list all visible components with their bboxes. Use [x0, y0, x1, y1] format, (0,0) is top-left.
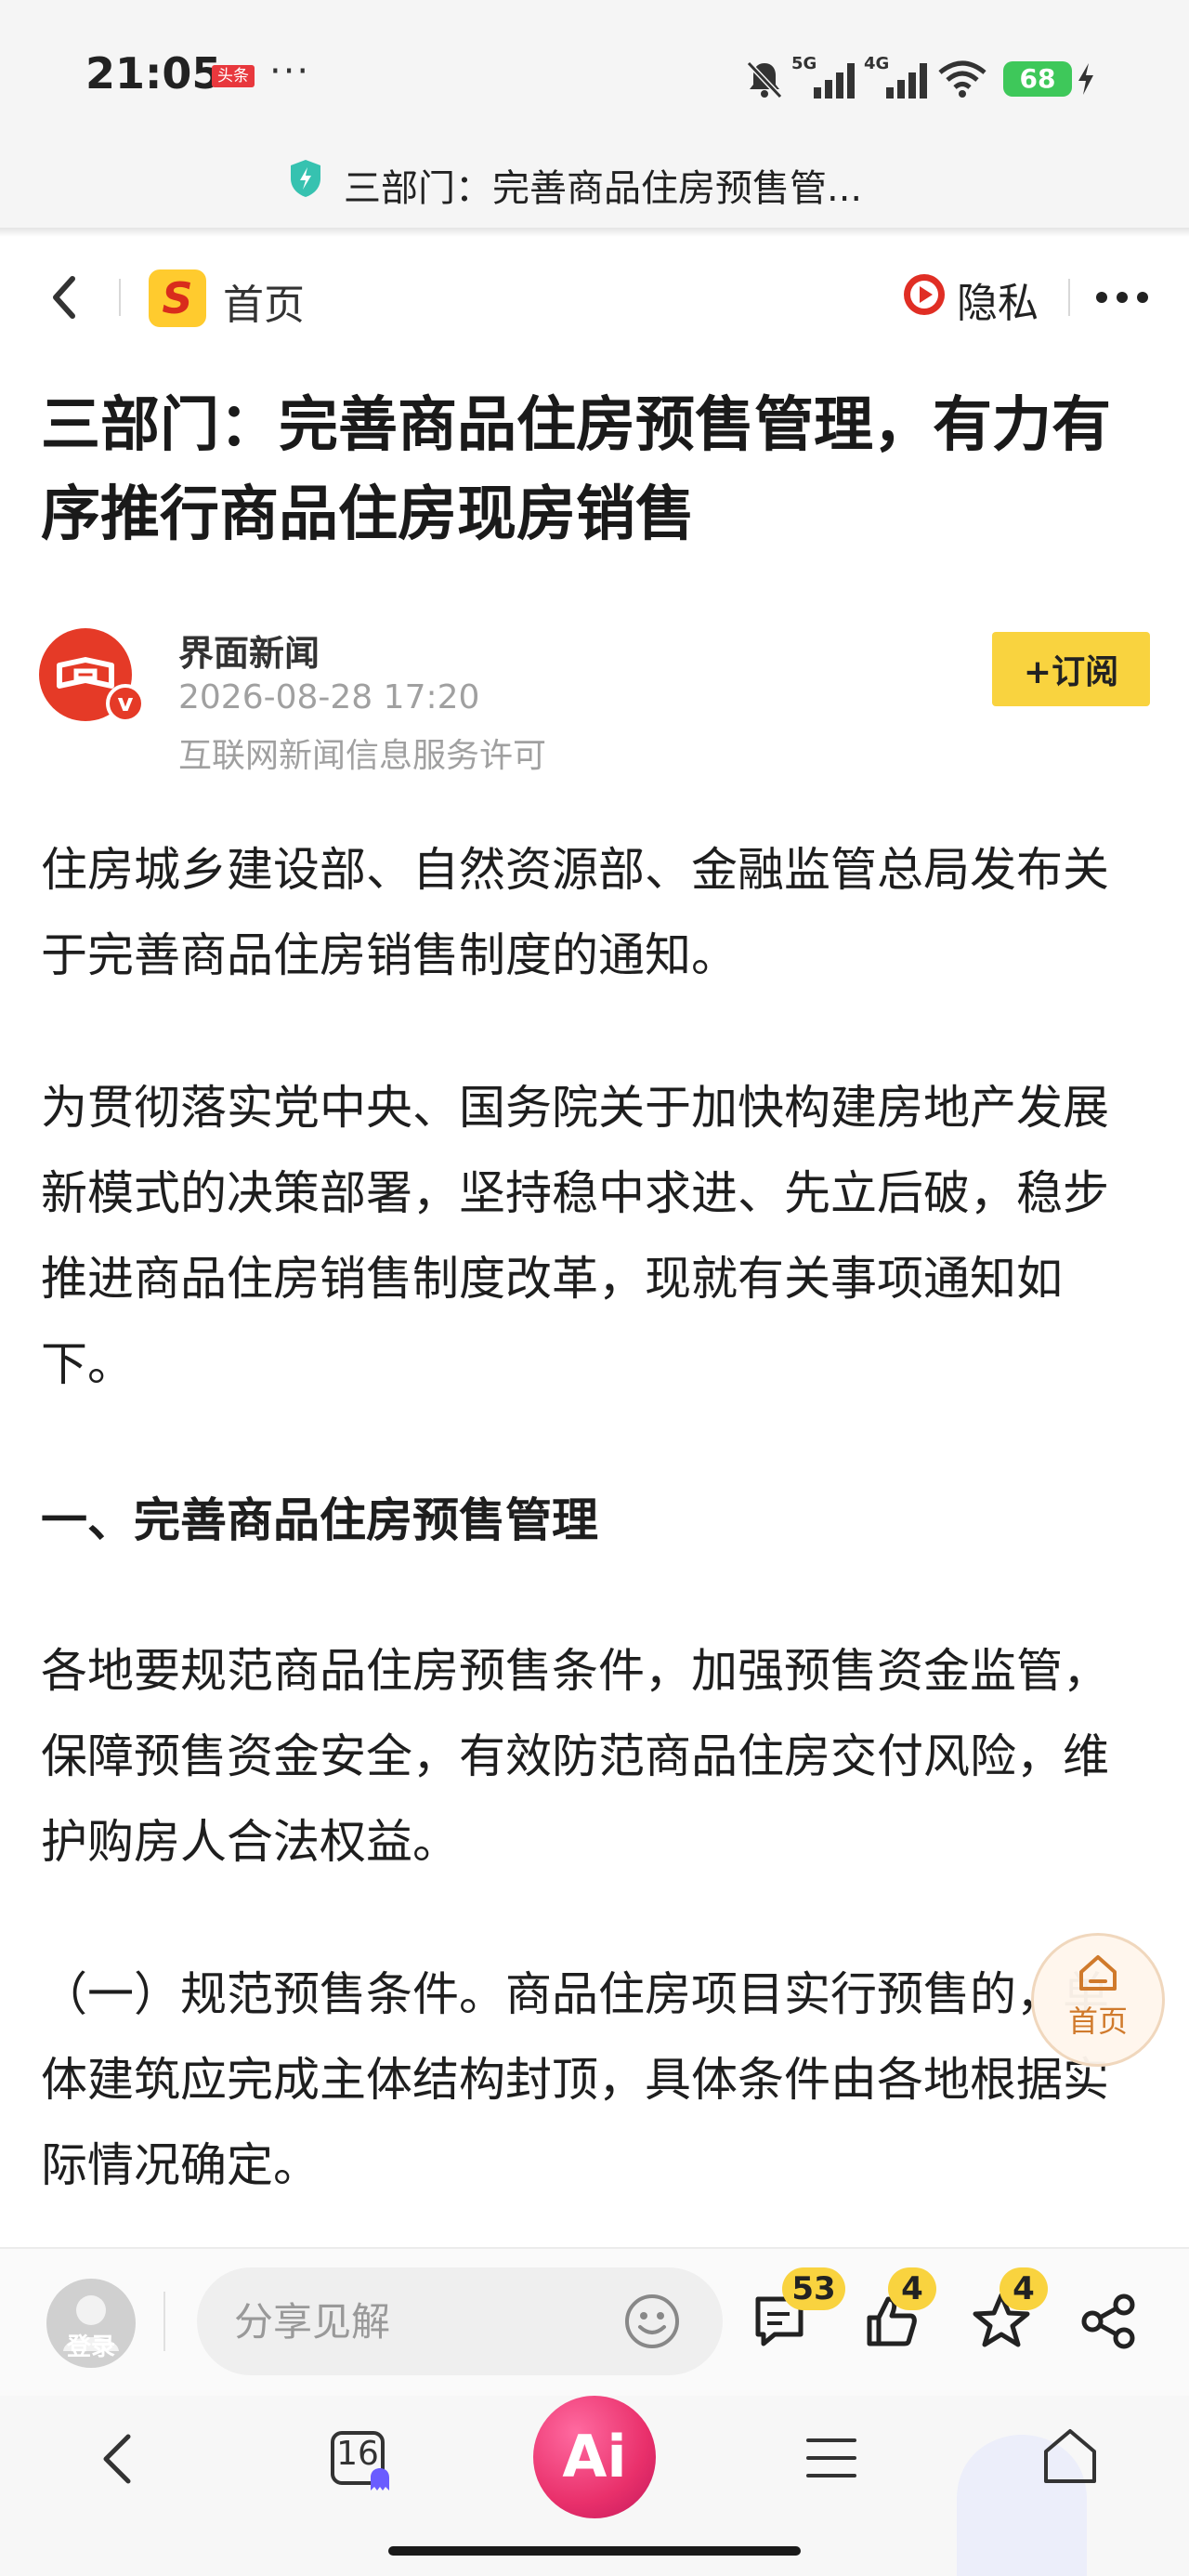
signal-5g-icon: 5G — [791, 54, 855, 99]
charging-bolt-icon — [1078, 63, 1093, 95]
browser-back-icon[interactable] — [97, 2429, 137, 2489]
signal-5g-label: 5G — [791, 54, 817, 73]
url-page-title[interactable]: 三部门：完善商品住房预售管... — [344, 158, 862, 212]
login-label[interactable]: 登录 — [46, 2328, 136, 2362]
notification-app-badge: 头条 — [212, 65, 255, 87]
privacy-button[interactable]: 隐私 — [957, 269, 1039, 329]
favorite-count-badge: 4 — [1000, 2267, 1048, 2310]
like-count-badge: 4 — [888, 2267, 936, 2310]
publish-time: 2026-08-28 17:20 — [178, 678, 480, 716]
secure-shield-icon — [291, 160, 320, 197]
emoji-icon[interactable] — [622, 2292, 682, 2351]
more-options-icon[interactable] — [1094, 290, 1150, 305]
home-indicator[interactable] — [388, 2546, 801, 2556]
article-paragraph: （一）规范预售条件。商品住房项目实行预售的，单体建筑应完成主体结构封顶，具体条件… — [41, 1967, 1109, 2192]
status-more-indicator: ··· — [269, 50, 311, 93]
subscribe-button[interactable]: +订阅 — [992, 632, 1150, 706]
back-arrow-icon[interactable] — [43, 269, 89, 325]
floating-home-label: 首页 — [1067, 2004, 1128, 2039]
url-bar-shadow — [0, 228, 1189, 237]
comment-count-badge: 53 — [782, 2267, 845, 2310]
article-paragraph: 各地要规范商品住房预售条件，加强预售资金监管，保障预售资金安全，有效防范商品住房… — [41, 1644, 1109, 1869]
source-name[interactable]: 界面新闻 — [178, 624, 320, 676]
article-paragraph: 住房城乡建设部、自然资源部、金融监管总局发布关于完善商品住房销售制度的通知。 — [41, 843, 1109, 982]
signal-4g-label: 4G — [864, 54, 889, 73]
nav-divider — [1068, 279, 1070, 316]
browser-home-icon[interactable] — [1040, 2425, 1100, 2487]
ai-label: Ai — [562, 2423, 627, 2491]
article-title: 三部门：完善商品住房预售管理，有力有序推行商品住房现房销售 — [41, 391, 1111, 549]
nav-divider — [119, 279, 121, 316]
section-heading: 一、完善商品住房预售管理 — [41, 1493, 598, 1547]
battery-level: 68 — [1019, 63, 1056, 94]
license-note[interactable]: 互联网新闻信息服务许可 — [178, 729, 546, 777]
wifi-icon — [938, 60, 986, 98]
incognito-ghost-icon — [371, 2468, 389, 2491]
home-link[interactable]: 首页 — [223, 271, 305, 331]
privacy-play-icon — [904, 274, 945, 315]
app-logo-letter: S — [162, 273, 193, 323]
verified-badge: v — [106, 684, 145, 723]
signal-4g-icon: 4G — [864, 54, 927, 99]
home-icon — [1079, 1955, 1117, 1991]
share-icon[interactable] — [1079, 2292, 1139, 2351]
status-time: 21:05 — [85, 48, 222, 99]
menu-icon[interactable] — [804, 2431, 858, 2485]
comment-bar-divider — [163, 2292, 165, 2351]
bell-off-icon — [746, 60, 783, 99]
article-paragraph: 为贯彻落实党中央、国务院关于加快构建房地产发展新模式的决策部署，坚持稳中求进、先… — [41, 1081, 1109, 1391]
